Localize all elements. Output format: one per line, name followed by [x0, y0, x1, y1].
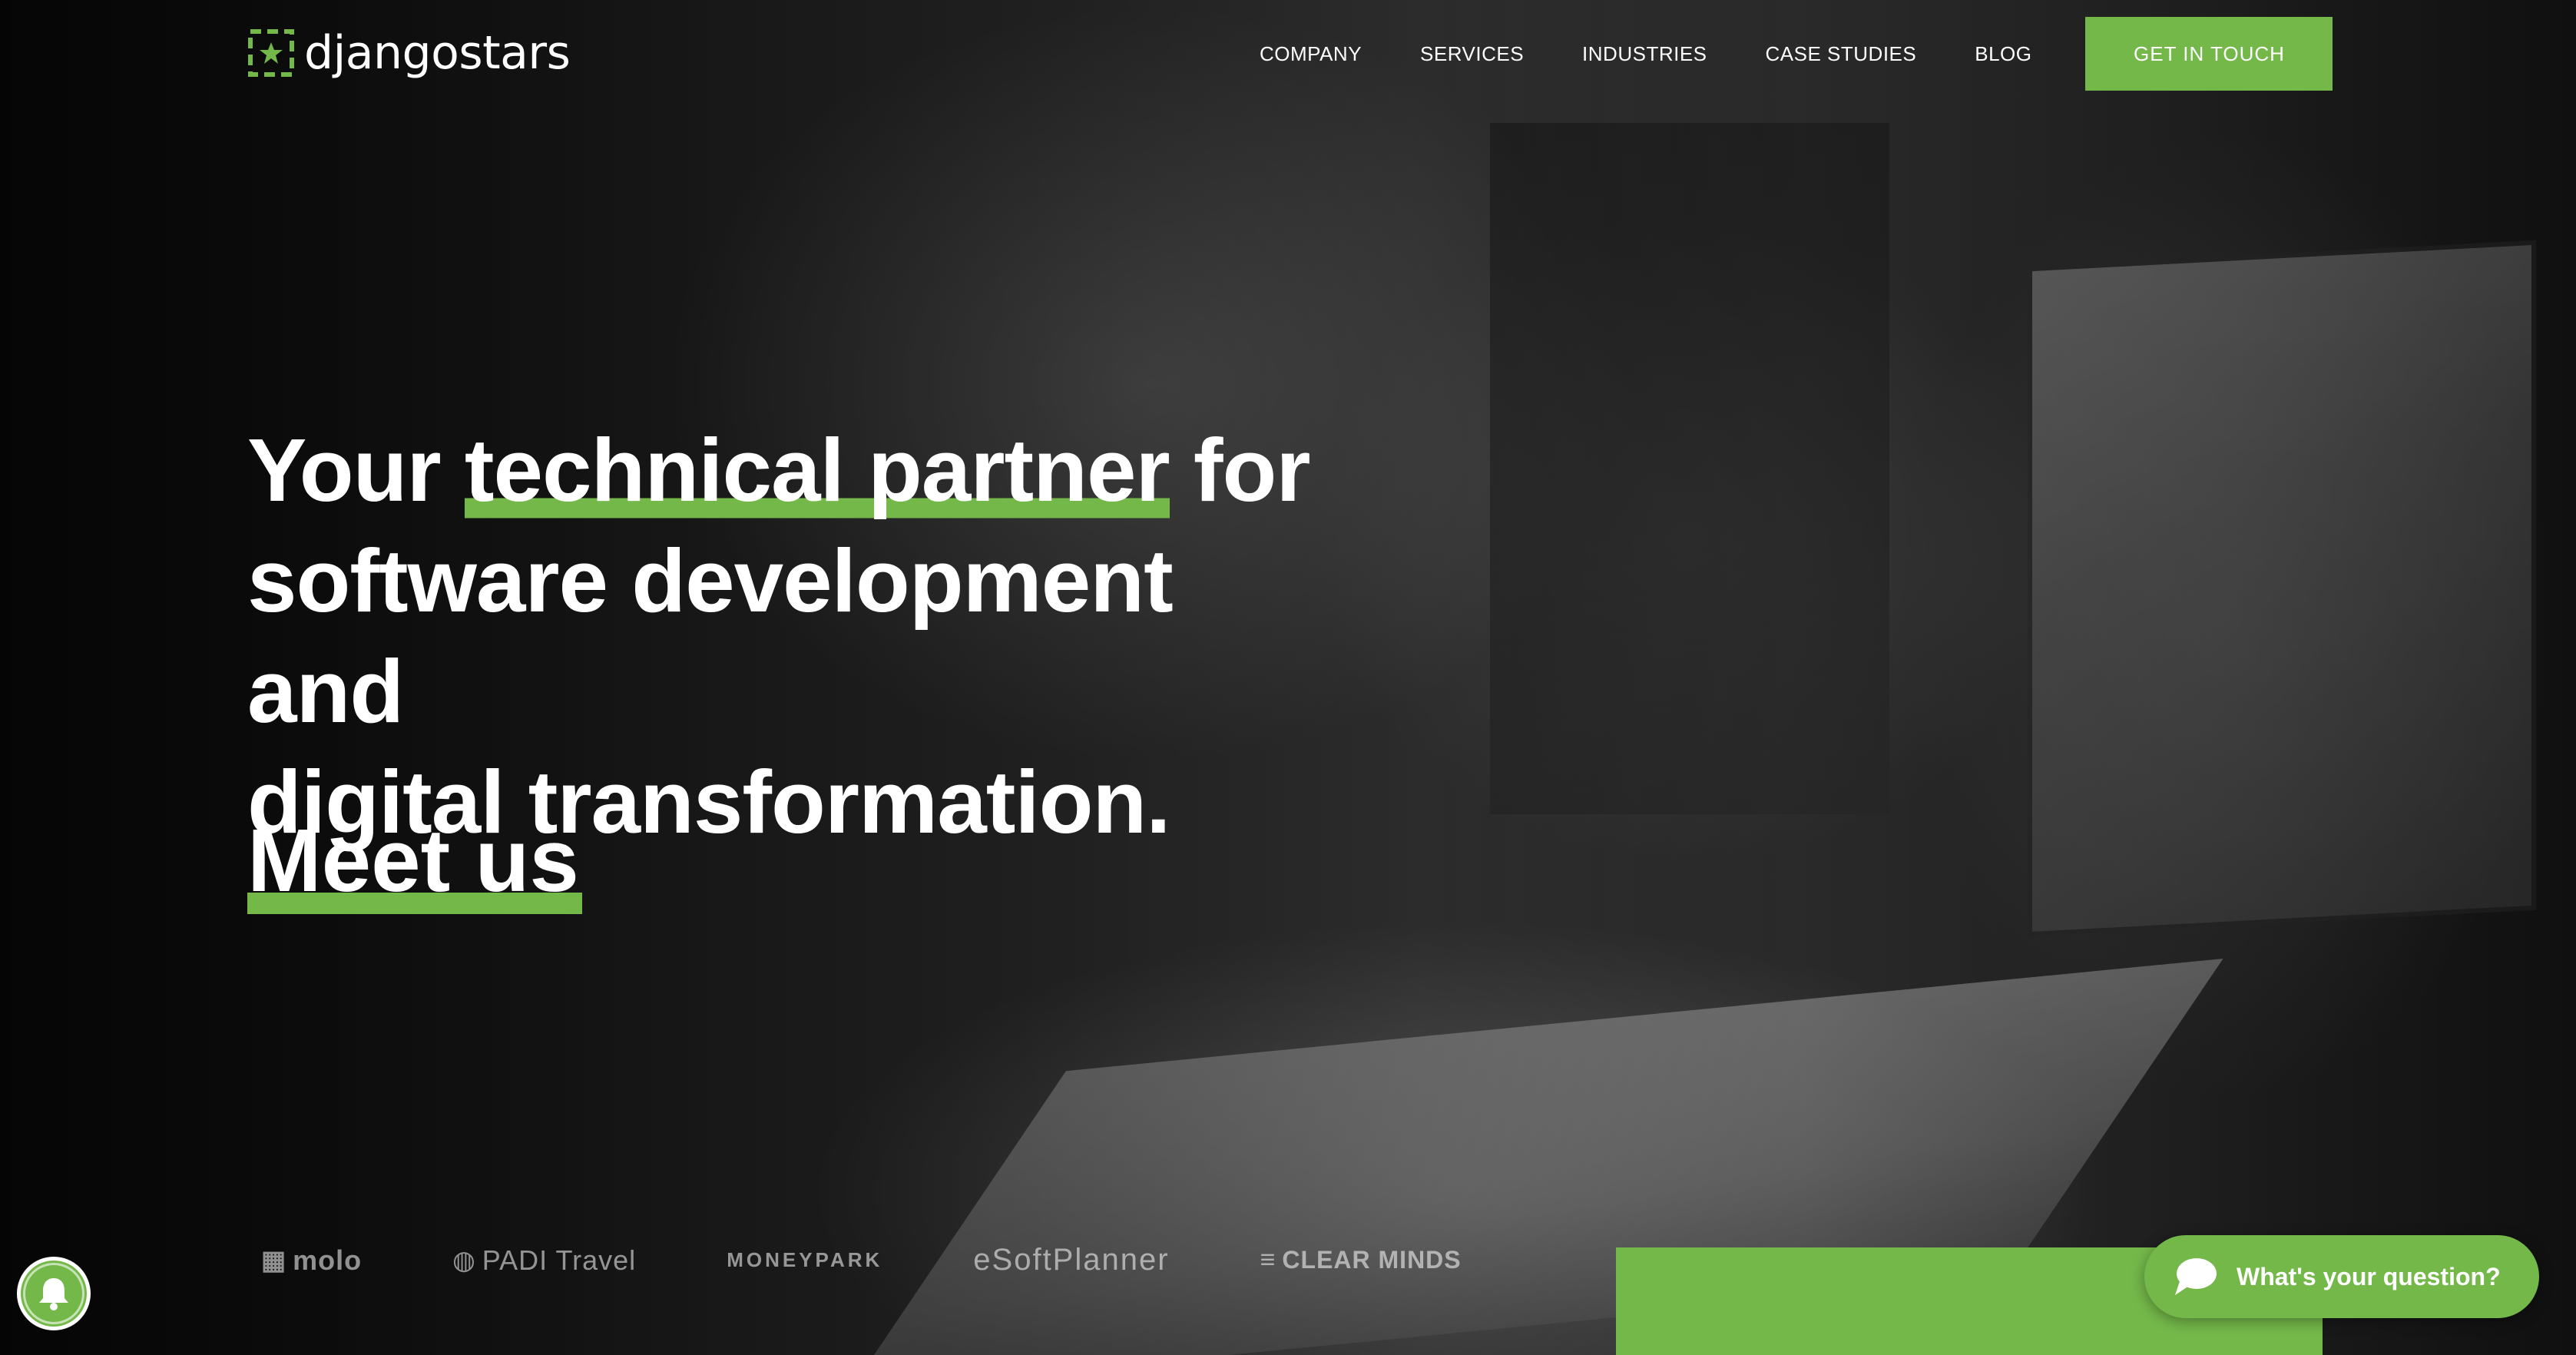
chat-bubble-icon	[2175, 1258, 2217, 1295]
djangostars-logo-icon	[248, 29, 294, 77]
hero-highlight: technical partner	[464, 420, 1170, 520]
client-logos: ▦ molo ◍ PADI Travel MONEYPARK ❦ eSoftPl…	[261, 1243, 1552, 1277]
hero-line1-prefix: Your	[247, 420, 465, 520]
page: djangostars COMPANY SERVICES INDUSTRIES …	[0, 0, 2576, 1355]
hero-line2: software development and	[247, 531, 1174, 741]
molo-cube-icon: ▦	[261, 1245, 287, 1275]
nav-item-services[interactable]: SERVICES	[1420, 17, 1524, 91]
nav-item-case-studies[interactable]: CASE STUDIES	[1766, 17, 1917, 91]
client-logo-molo: ▦ molo	[261, 1244, 362, 1277]
client-logo-esoftplanner: eSoftPlanner	[973, 1243, 1169, 1277]
client-name: PADI Travel	[482, 1244, 637, 1276]
client-logo-moneypark: MONEYPARK ❦	[727, 1248, 882, 1272]
client-name: eSoftPlanner	[973, 1243, 1170, 1277]
chat-label: What's your question?	[2237, 1262, 2501, 1290]
client-name: molo	[293, 1244, 363, 1276]
lines-icon: ≡	[1260, 1245, 1276, 1274]
logo[interactable]: djangostars	[247, 26, 571, 80]
client-name: CLEAR MINDS	[1282, 1246, 1462, 1274]
nav-item-blog[interactable]: BLOG	[1975, 17, 2031, 91]
nav-item-industries[interactable]: INDUSTRIES	[1582, 17, 1707, 91]
chat-widget-button[interactable]: What's your question?	[2144, 1235, 2539, 1318]
client-logo-padi-travel: ◍ PADI Travel	[452, 1244, 636, 1277]
nav-item-company[interactable]: COMPANY	[1260, 17, 1362, 91]
hero-headline: Your technical partner for software deve…	[247, 415, 1323, 857]
bell-icon-wrap	[23, 1263, 84, 1324]
meet-us-link[interactable]: Meet us	[247, 807, 582, 914]
main-nav: COMPANY SERVICES INDUSTRIES CASE STUDIES…	[1260, 17, 2333, 91]
bell-icon	[39, 1278, 68, 1310]
client-logo-clear-minds: ≡ CLEAR MINDS	[1260, 1245, 1462, 1275]
globe-icon: ◍	[452, 1245, 476, 1275]
logo-text: djangostars	[304, 26, 571, 80]
client-name: MONEYPARK	[727, 1248, 883, 1271]
notification-bell-button[interactable]	[17, 1257, 91, 1330]
get-in-touch-button[interactable]: GET IN TOUCH	[2085, 17, 2333, 91]
hero-line1-suffix: for	[1169, 420, 1311, 520]
